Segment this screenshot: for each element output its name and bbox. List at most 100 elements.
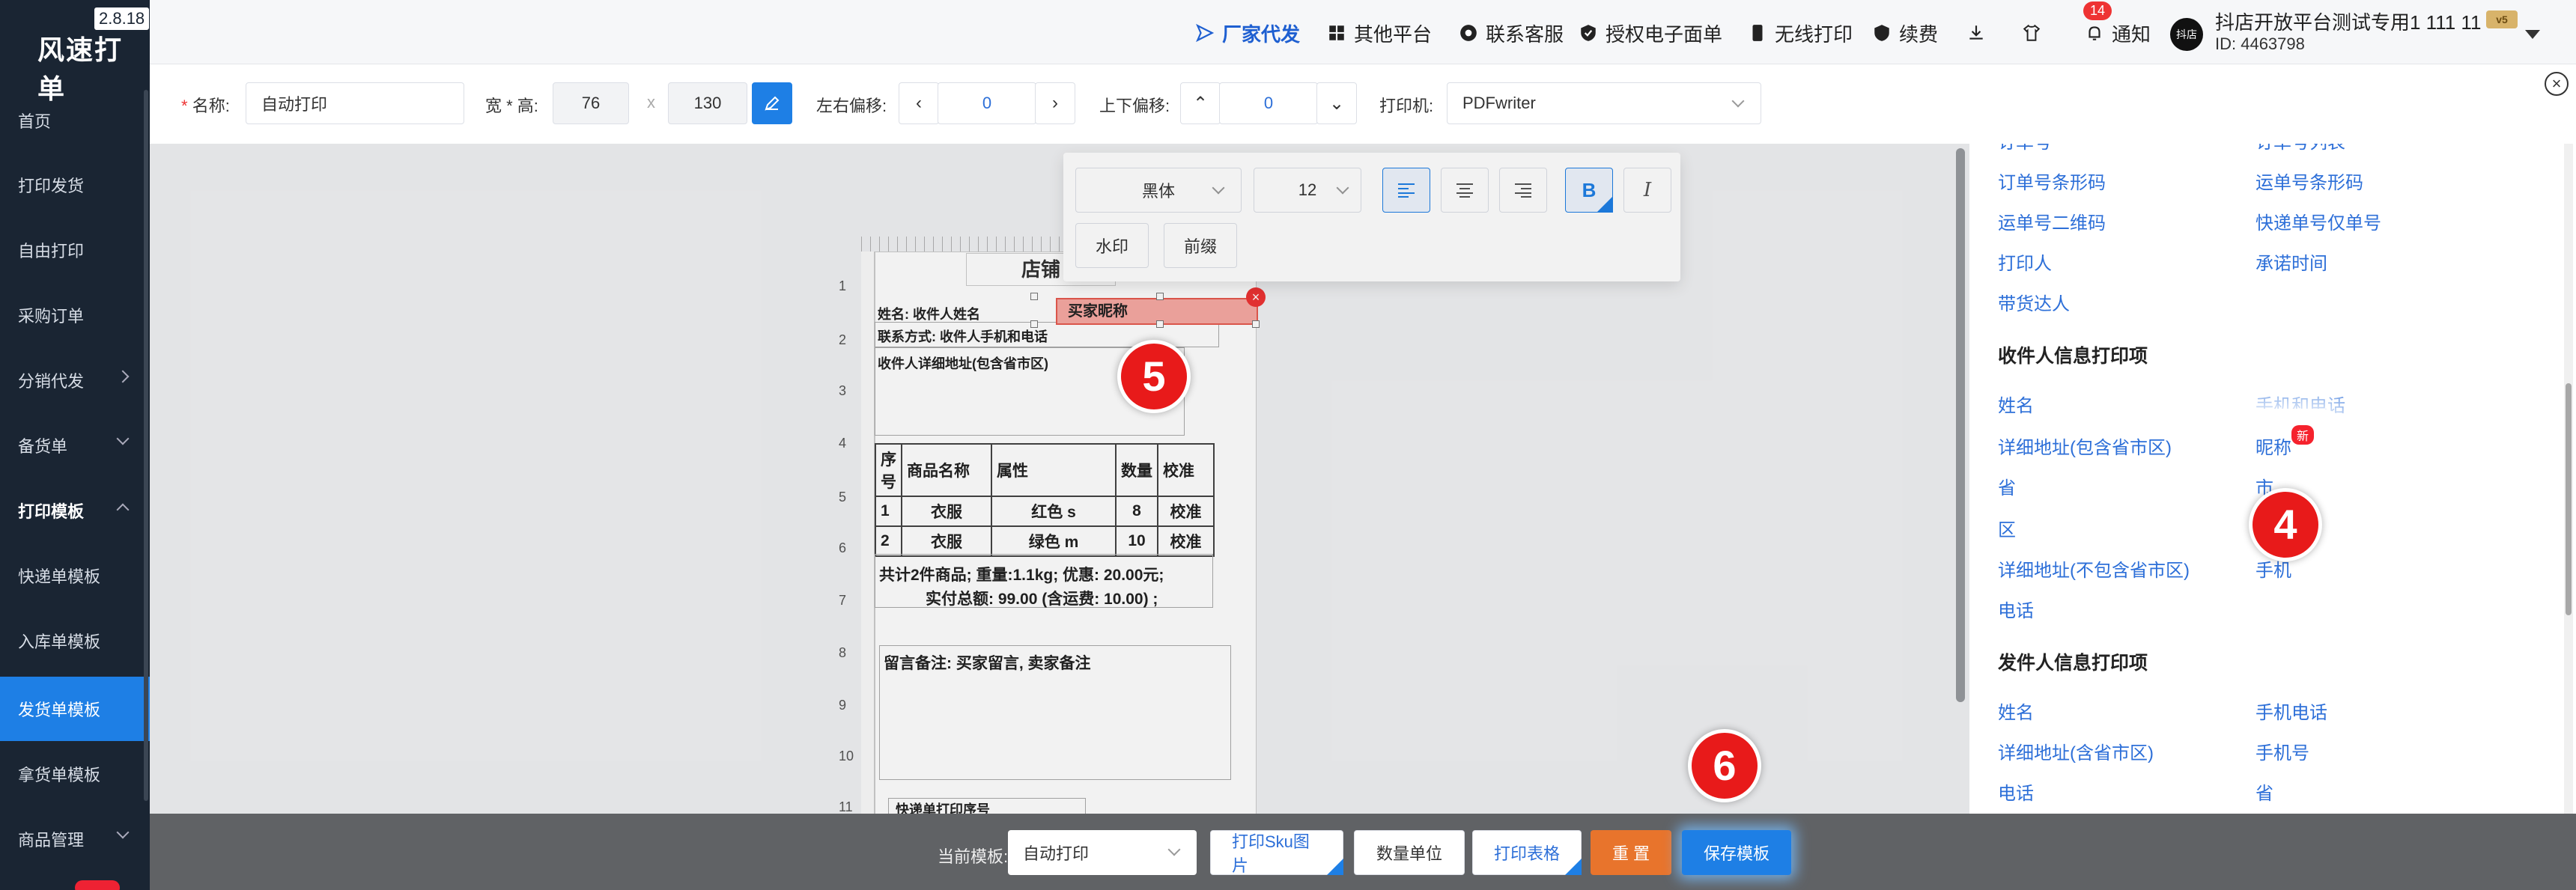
sidebar-item-label: 拿货单模板 — [18, 766, 101, 784]
sidebar-item-print-ship[interactable]: 打印发货 — [0, 153, 150, 217]
avatar[interactable]: 抖店 — [2170, 18, 2203, 51]
resize-handle[interactable] — [1252, 320, 1260, 328]
field-recipient-nickname[interactable]: 昵称 — [2255, 433, 2291, 459]
width-input[interactable]: 76 — [553, 82, 629, 124]
sidebar-item-distribution[interactable]: 分销代发 — [0, 348, 150, 412]
font-family-select[interactable]: 黑体 — [1075, 168, 1242, 213]
chevron-down-icon — [116, 826, 130, 839]
table-row: 2 衣服 绿色 m 10 校准 — [875, 525, 1215, 557]
field-promise-time[interactable]: 承诺时间 — [2255, 249, 2327, 275]
bell-icon — [2089, 26, 2100, 40]
field-recipient-tel[interactable]: 电话 — [1998, 596, 2034, 622]
recipient-address-field[interactable]: 收件人详细地址(包含省市区) — [878, 353, 1048, 373]
renew-link[interactable]: 续费 — [1872, 18, 1938, 48]
field-recipient-name[interactable]: 姓名 — [1998, 391, 2034, 417]
v-offset-input[interactable]: 0 — [1219, 82, 1318, 124]
summary-line[interactable]: 共计2件商品; 重量:1.1kg; 优惠: 20.00元; — [879, 563, 1164, 585]
canvas-scrollbar[interactable] — [1951, 144, 1969, 702]
reset-button[interactable]: 重 置 — [1591, 830, 1671, 875]
wireless-print-link[interactable]: 无线打印 — [1748, 18, 1853, 48]
align-left-button[interactable] — [1382, 168, 1430, 213]
current-template-select[interactable]: 自动打印 — [1008, 830, 1197, 875]
download-button[interactable] — [1966, 18, 1993, 48]
field-sender-mobile[interactable]: 手机号 — [2255, 738, 2309, 764]
field-recipient-address-no-region[interactable]: 详细地址(不包含省市区) — [1998, 555, 2190, 582]
v-offset-up-button[interactable]: ⌃ — [1180, 82, 1221, 124]
remark-field[interactable]: 留言备注: 买家留言, 卖家备注 — [884, 651, 1091, 674]
scrollbar-thumb[interactable] — [1956, 148, 1965, 702]
factory-dropship-link[interactable]: 厂家代发 — [1195, 18, 1300, 48]
delete-field-icon[interactable]: × — [1246, 287, 1266, 307]
sidebar-item-products[interactable]: 商品管理 — [0, 807, 150, 871]
field-influencer[interactable]: 带货达人 — [1998, 289, 2070, 315]
total-line[interactable]: 实付总额: 99.00 (含运费: 10.00) ; — [926, 587, 1158, 609]
italic-button[interactable]: I — [1623, 168, 1671, 213]
check-icon — [1565, 859, 1582, 875]
field-sender-tel[interactable]: 电话 — [1998, 778, 2034, 805]
field-recipient-province[interactable]: 省 — [1998, 473, 2016, 499]
goods-table[interactable]: 序号 商品名称 属性 数量 校准 1 衣服 红色 s 8 校准 2 衣服 绿色 … — [875, 443, 1215, 557]
sidebar-item-inbound-template[interactable]: 入库单模板 — [0, 609, 150, 673]
field-printer-person[interactable]: 打印人 — [1998, 249, 2052, 275]
field-express-no-only[interactable]: 快递单号仅单号 — [2255, 208, 2381, 234]
prefix-button[interactable]: 前缀 — [1164, 223, 1238, 268]
save-template-button[interactable]: 保存模板 — [1682, 830, 1791, 875]
table-cell: 8 — [1115, 496, 1158, 527]
print-table-toggle[interactable]: 打印表格 — [1472, 830, 1582, 875]
align-center-button[interactable] — [1441, 168, 1489, 213]
field-sender-name[interactable]: 姓名 — [1998, 698, 2034, 724]
font-size-select[interactable]: 12 — [1254, 168, 1361, 213]
sidebar-item-home[interactable]: 首页 — [0, 88, 150, 153]
sidebar-item-ship-template[interactable]: 发货单模板 — [0, 677, 150, 741]
sidebar-item-label: 备货单 — [18, 437, 68, 456]
quantity-unit-toggle[interactable]: 数量单位 — [1354, 830, 1465, 875]
field-waybill-qrcode[interactable]: 运单号二维码 — [1998, 208, 2106, 234]
customer-service-link[interactable]: 联系客服 — [1459, 18, 1564, 48]
resize-handle[interactable] — [1030, 293, 1038, 300]
sidebar-item-print-template[interactable]: 打印模板 — [0, 478, 150, 543]
watermark-button[interactable]: 水印 — [1075, 223, 1149, 268]
resize-handle[interactable] — [1156, 320, 1164, 328]
caret-down-icon[interactable] — [2525, 30, 2540, 39]
h-offset-increase-button[interactable]: › — [1035, 82, 1075, 124]
shirt-button[interactable] — [2022, 18, 2049, 48]
panel-scrollbar-thumb[interactable] — [2566, 383, 2572, 615]
bold-button[interactable]: B — [1565, 168, 1613, 213]
recipient-name-field[interactable]: 姓名: 收件人姓名 — [878, 304, 980, 323]
h-offset-input[interactable]: 0 — [938, 82, 1036, 124]
name-input[interactable]: 自动打印 — [246, 82, 464, 124]
height-input[interactable]: 130 — [668, 82, 747, 124]
align-right-button[interactable] — [1499, 168, 1547, 213]
field-waybill-barcode[interactable]: 运单号条形码 — [2255, 168, 2363, 194]
field-order-barcode[interactable]: 订单号条形码 — [1998, 168, 2106, 194]
edit-size-button[interactable] — [752, 82, 792, 124]
sidebar-item-purchase[interactable]: 采购订单 — [0, 283, 150, 347]
sidebar-item-free-print[interactable]: 自由打印 — [0, 218, 150, 282]
account-name[interactable]: 抖店开放平台测试专用1 111 11 — [2215, 7, 2481, 35]
sidebar-item-pickup-template[interactable]: 拿货单模板 — [0, 742, 150, 806]
field-sender-address[interactable]: 详细地址(含省市区) — [1998, 738, 2154, 764]
close-icon[interactable]: × — [2545, 72, 2569, 96]
sidebar: 风速打单 2.8.18 首页 打印发货 自由打印 采购订单 分销代发 备货单 打… — [0, 0, 150, 890]
table-cell: 绿色 m — [991, 525, 1117, 557]
sidebar-item-stock[interactable]: 备货单 — [0, 413, 150, 478]
notice-button[interactable]: 通知 — [2085, 18, 2151, 48]
sidebar-scrollbar[interactable] — [144, 90, 148, 801]
field-recipient-district[interactable]: 区 — [1998, 515, 2016, 541]
authorize-waybill-link[interactable]: 授权电子面单 — [1579, 18, 1722, 48]
field-sender-province[interactable]: 省 — [2255, 778, 2273, 805]
sidebar-item-express-template[interactable]: 快递单模板 — [0, 543, 150, 608]
v-offset-down-button[interactable]: ⌄ — [1316, 82, 1357, 124]
other-platforms-link[interactable]: 其他平台 — [1327, 18, 1432, 48]
h-offset-decrease-button[interactable]: ‹ — [899, 82, 939, 124]
resize-handle[interactable] — [1156, 293, 1164, 300]
printer-select[interactable]: PDFwriter — [1447, 82, 1761, 124]
print-sku-image-toggle[interactable]: 打印Sku图片 — [1210, 830, 1343, 875]
field-recipient-full-address[interactable]: 详细地址(包含省市区) — [1998, 433, 2172, 459]
recipient-contact-field[interactable]: 联系方式: 收件人手机和电话 — [878, 326, 1048, 346]
new-badge: 新 — [2291, 425, 2315, 445]
align-center-icon — [1456, 183, 1473, 198]
field-sender-phone[interactable]: 手机电话 — [2255, 698, 2327, 724]
app-logo: 风速打单 2.8.18 — [0, 0, 150, 104]
resize-handle[interactable] — [1030, 320, 1038, 328]
